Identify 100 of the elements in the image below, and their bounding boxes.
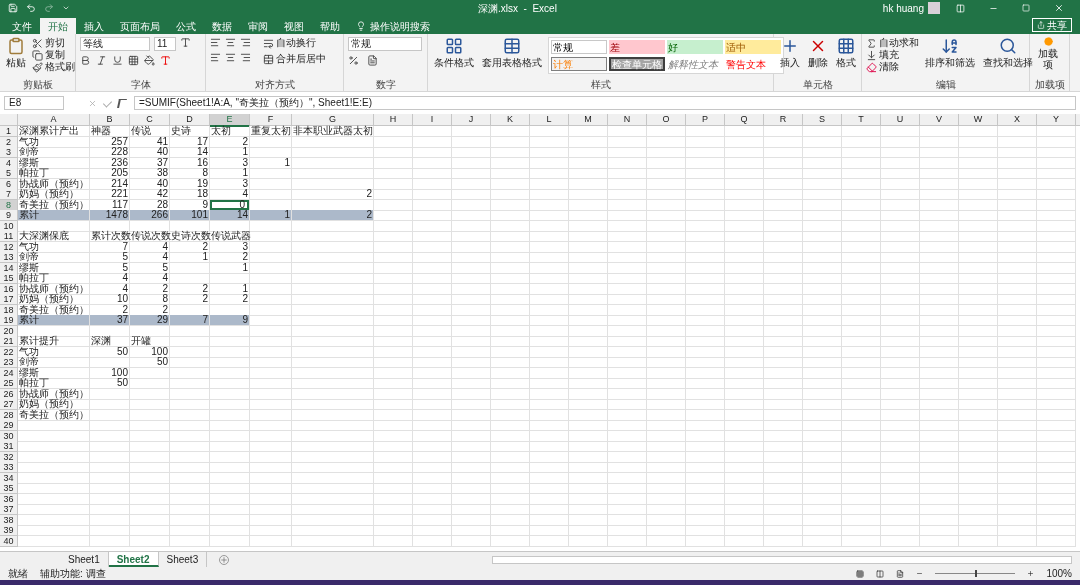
table-cell[interactable]: 41 (130, 136, 170, 148)
table-cell[interactable]: 4 (130, 252, 170, 263)
table-cell[interactable]: 奶妈（预约） (18, 399, 90, 410)
table-cell[interactable]: 累计提升 (18, 336, 90, 347)
column-header[interactable]: I (413, 114, 452, 127)
table-cell[interactable]: 42 (130, 189, 170, 200)
table-cell[interactable]: 传说 (130, 126, 170, 137)
cell-style[interactable]: 差 (609, 40, 665, 54)
table-cell[interactable]: 气功 (18, 136, 90, 148)
function-icon[interactable] (117, 98, 127, 108)
row-header[interactable]: 23 (0, 357, 18, 368)
ribbon-tab[interactable]: 视图 (276, 18, 312, 34)
table-cell[interactable]: 100 (130, 346, 170, 358)
ribbon-tab[interactable]: 公式 (168, 18, 204, 34)
wrap-text-button[interactable]: 自动换行 (263, 37, 326, 49)
table-cell[interactable]: 19 (170, 178, 210, 190)
table-cell[interactable]: 太初 (210, 126, 250, 137)
table-cell[interactable]: 1 (210, 262, 250, 274)
table-cell[interactable]: 神器 (90, 126, 130, 137)
table-cell[interactable]: 1 (170, 252, 210, 263)
undo-icon[interactable] (26, 3, 36, 13)
row-header[interactable]: 40 (0, 535, 18, 547)
table-cell[interactable]: 奇美拉（预约） (18, 409, 90, 421)
total-cell[interactable]: 累计 (18, 210, 90, 221)
table-cell[interactable]: 40 (130, 147, 170, 158)
table-cell[interactable]: 214 (90, 178, 130, 190)
table-cell[interactable]: 8 (170, 168, 210, 179)
format-button[interactable]: 格式 (834, 37, 858, 68)
share-button[interactable]: 共享 (1032, 18, 1072, 32)
column-header[interactable]: C (130, 114, 170, 127)
table-cell[interactable]: 奶妈（预约） (18, 294, 90, 305)
table-cell[interactable]: 气功 (18, 241, 90, 253)
table-cell[interactable]: 奶妈（预约） (18, 189, 90, 200)
table-cell[interactable]: 14 (170, 147, 210, 158)
table-cell[interactable]: 38 (130, 168, 170, 179)
table-cell[interactable]: 深渊 (90, 336, 130, 347)
paste-button[interactable]: 粘贴 (4, 37, 28, 68)
row-header[interactable]: 21 (0, 336, 18, 347)
underline-icon[interactable] (112, 55, 123, 66)
row-header[interactable]: 2 (0, 136, 18, 148)
row-header[interactable]: 11 (0, 231, 18, 242)
ribbon-tab[interactable]: 文件 (4, 18, 40, 34)
find-select-button[interactable]: 查找和选择 (981, 37, 1035, 68)
table-cell[interactable]: 4 (130, 241, 170, 253)
accessibility-status[interactable]: 辅助功能: 调查 (40, 567, 106, 580)
maximize-icon[interactable] (1022, 4, 1030, 12)
table-cell[interactable]: 2 (292, 189, 374, 200)
align-middle-icon[interactable] (225, 37, 236, 48)
column-header[interactable]: L (530, 114, 569, 127)
table-cell[interactable]: 剑帝 (18, 147, 90, 158)
column-header[interactable]: S (803, 114, 842, 127)
table-cell[interactable]: 37 (130, 157, 170, 169)
row-header[interactable]: 37 (0, 504, 18, 515)
row-header[interactable]: 3 (0, 147, 18, 158)
row-header[interactable]: 31 (0, 441, 18, 452)
name-box[interactable]: E8 (4, 96, 64, 110)
copy-button[interactable]: 复制 (32, 49, 75, 61)
table-cell[interactable]: 5 (130, 262, 170, 274)
table-cell[interactable]: 1 (210, 147, 250, 158)
ribbon-tab[interactable]: 页面布局 (112, 18, 168, 34)
column-header[interactable]: E (210, 114, 250, 127)
table-cell[interactable]: 2 (170, 283, 210, 295)
format-as-table-button[interactable]: 套用表格格式 (480, 37, 544, 68)
column-header[interactable]: B (90, 114, 130, 127)
column-header[interactable]: T (842, 114, 881, 127)
zoom-level[interactable]: 100% (1046, 567, 1072, 580)
column-header[interactable]: O (647, 114, 686, 127)
total-cell[interactable]: 29 (130, 315, 170, 326)
column-header[interactable]: K (491, 114, 530, 127)
zoom-in-icon[interactable] (1027, 570, 1035, 577)
table-cell[interactable]: 3 (210, 157, 250, 169)
table-cell[interactable]: 7 (90, 241, 130, 253)
align-right-icon[interactable] (240, 52, 251, 63)
page-layout-icon[interactable] (876, 569, 885, 578)
table-cell[interactable]: 传说次数 (130, 231, 170, 242)
add-sheet-icon[interactable] (219, 554, 230, 565)
table-cell[interactable]: 5 (90, 262, 130, 274)
table-cell[interactable]: 帕拉丁 (18, 378, 90, 389)
column-header[interactable]: N (608, 114, 647, 127)
table-cell[interactable]: 4 (90, 283, 130, 295)
table-cell[interactable]: 2 (210, 136, 250, 148)
selected-cell[interactable]: 0 (210, 199, 250, 211)
table-cell[interactable]: 18 (170, 189, 210, 200)
table-cell[interactable]: 史诗 (170, 126, 210, 137)
addins-button[interactable]: 加载项 (1034, 37, 1062, 70)
ribbon-tab[interactable]: 帮助 (312, 18, 348, 34)
column-header[interactable]: H (374, 114, 413, 127)
table-cell[interactable]: 1 (250, 157, 292, 169)
horizontal-scrollbar[interactable] (492, 555, 1072, 564)
cut-button[interactable]: 剪切 (32, 37, 75, 49)
conditional-format-button[interactable]: 条件格式 (432, 37, 476, 68)
total-cell[interactable]: 37 (90, 315, 130, 326)
column-header[interactable]: P (686, 114, 725, 127)
table-cell[interactable]: 剑帝 (18, 252, 90, 263)
column-header[interactable]: M (569, 114, 608, 127)
table-cell[interactable]: 205 (90, 168, 130, 179)
total-cell[interactable]: 9 (210, 315, 250, 326)
column-header[interactable]: G (292, 114, 374, 127)
row-header[interactable]: 5 (0, 168, 18, 179)
italic-icon[interactable] (96, 55, 107, 66)
